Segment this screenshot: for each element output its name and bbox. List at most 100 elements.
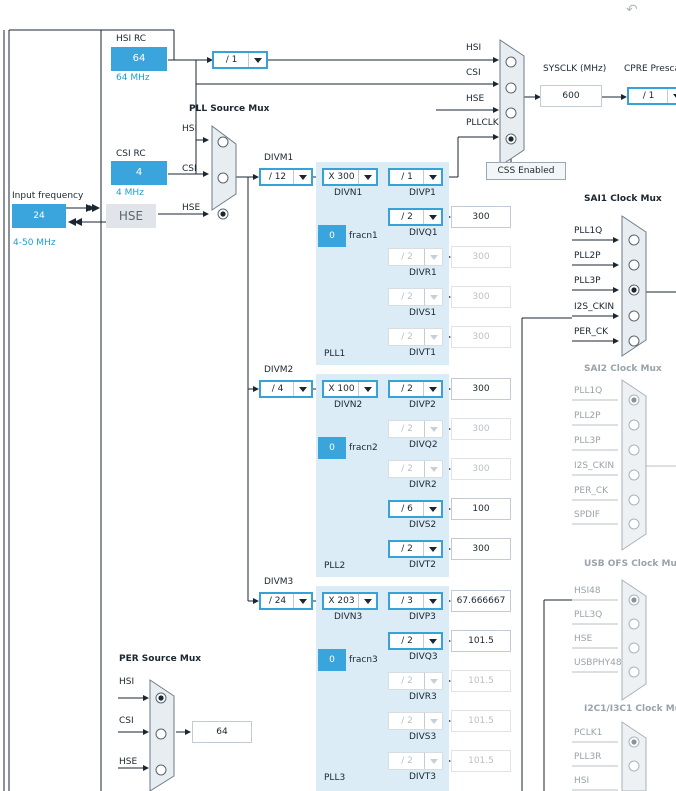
pll2-divq2-value: / 2 [401, 424, 413, 434]
per-ck-value[interactable]: 64 [192, 721, 252, 743]
sai1_mux-input-1: PLL2P [574, 251, 601, 261]
sysmux-radio-1[interactable] [505, 82, 517, 94]
sysclk-value[interactable]: 600 [540, 85, 602, 107]
pll3-divm-select[interactable]: / 24 [259, 592, 313, 610]
pll1-divr1-label: DIVR1 [409, 268, 437, 278]
sysclk-label: SYSCLK (MHz) [543, 64, 607, 74]
sai1mux-radio-4[interactable] [628, 335, 640, 347]
pll2-divt2-select[interactable]: / 2 [388, 540, 443, 558]
i2cmux-radio-selected-0 [631, 739, 637, 745]
pll2-divn-value: X 100 [328, 384, 355, 394]
pll1-divp1-value: / 1 [401, 172, 413, 182]
sai1mux-radio-1[interactable] [628, 259, 640, 271]
hsi-divider-value: / 1 [225, 55, 238, 65]
pll2-divq2-select[interactable]: / 2 [388, 420, 443, 438]
usbmux-radio-3[interactable] [628, 666, 640, 678]
pll3-divs3-label: DIVS3 [409, 732, 437, 742]
pll3-divq3-select[interactable]: / 2 [388, 632, 443, 650]
pll1-divq1-freq[interactable]: 300 [451, 206, 511, 228]
hsi-rc-value: 64 [111, 47, 167, 71]
chevron-down-icon [423, 210, 441, 224]
hsi-divider-select[interactable]: / 1 [212, 51, 268, 69]
pll1-divs1-freq[interactable]: 300 [451, 286, 511, 308]
pll2-divr2-select[interactable]: / 2 [388, 460, 443, 478]
pll3-divp3-select[interactable]: / 3 [388, 592, 443, 610]
pll2-fracn-value[interactable]: 0 [318, 437, 346, 459]
pllmux-radio-1[interactable] [217, 172, 229, 184]
pll1-divr1-select[interactable]: / 2 [388, 248, 443, 266]
sai2mux-radio-2[interactable] [628, 444, 640, 456]
pll-source-mux-title: PLL Source Mux [189, 104, 270, 114]
usbmux-radio-1[interactable] [628, 618, 640, 630]
sai2mux-radio-3[interactable] [628, 469, 640, 481]
pll2-divs2-select[interactable]: / 6 [388, 500, 443, 518]
input-frequency-value[interactable]: 24 [12, 204, 66, 228]
pll1-fracn-value[interactable]: 0 [318, 225, 346, 247]
pll3-divm-value: / 24 [268, 596, 287, 606]
pll2-divq2-freq[interactable]: 300 [451, 418, 511, 440]
pll2-divn-select[interactable]: X 100 [322, 380, 378, 398]
sai2mux-radio-5[interactable] [628, 518, 640, 530]
pll2-divr2-freq[interactable]: 300 [451, 458, 511, 480]
pll3-divr3-freq[interactable]: 101.5 [451, 670, 511, 692]
css-enabled-button[interactable]: CSS Enabled [486, 162, 566, 180]
pll1-divn-select[interactable]: X 300 [322, 168, 378, 186]
sai1_mux-input-3: I2S_CKIN [574, 302, 615, 312]
pll1-divs1-select[interactable]: / 2 [388, 288, 443, 306]
pll3-fracn-value[interactable]: 0 [318, 649, 346, 671]
pll2-divt2-freq[interactable]: 300 [451, 538, 511, 560]
permux-radio-selected-0 [158, 695, 164, 701]
pll2-divp2-freq[interactable]: 300 [451, 378, 511, 400]
chevron-down-icon [424, 249, 442, 265]
pll2-divs2-freq[interactable]: 100 [451, 498, 511, 520]
sai2mux-radio-4[interactable] [628, 494, 640, 506]
hse-block: HSE [106, 204, 156, 228]
hsi-rc-label: HSI RC [116, 34, 147, 44]
i2c-mux-title: I2C1/I3C1 Clock Mux [584, 704, 676, 714]
pll1-divp1-select[interactable]: / 1 [388, 168, 443, 186]
sysmux-radio-0[interactable] [505, 56, 517, 68]
pll3-divr3-value: / 2 [401, 676, 413, 686]
pll3-divs3-select[interactable]: / 2 [388, 712, 443, 730]
pll1-divt1-select[interactable]: / 2 [388, 328, 443, 346]
pll1-divq1-select[interactable]: / 2 [388, 208, 443, 226]
pll1-divq1-value: / 2 [401, 212, 413, 222]
pll3-divs3-freq[interactable]: 101.5 [451, 710, 511, 732]
undo-icon[interactable]: ↶ [626, 2, 638, 18]
sysmux-input-hse: HSE [466, 94, 485, 104]
i2cmux-radio-1[interactable] [628, 760, 640, 772]
pll3-divq3-freq[interactable]: 101.5 [451, 630, 511, 652]
permux-radio-2[interactable] [155, 764, 167, 776]
pll3-fracn-label: fracn3 [349, 655, 378, 665]
sai1mux-radio-3[interactable] [628, 310, 640, 322]
sai2mux-radio-1[interactable] [628, 419, 640, 431]
pll3-divr3-select[interactable]: / 2 [388, 672, 443, 690]
pll3-divt3-freq[interactable]: 101.5 [451, 750, 511, 772]
pll3-divt3-label: DIVT3 [409, 772, 436, 782]
pll2-divp2-select[interactable]: / 2 [388, 380, 443, 398]
permux-input-csi: CSI [119, 716, 134, 726]
cpre-select[interactable]: / 1 [627, 87, 676, 105]
usb_mux-input-3: USBPHY48 [574, 658, 622, 668]
csi-rc-value: 4 [111, 161, 167, 185]
pll3-divt3-select[interactable]: / 2 [388, 752, 443, 770]
pll1-divt1-freq[interactable]: 300 [451, 326, 511, 348]
cpre-label: CPRE Prescaler [624, 64, 676, 74]
pll1-divm-value: / 12 [268, 172, 287, 182]
pll3-divt3-value: / 2 [401, 756, 413, 766]
sai1mux-radio-0[interactable] [628, 234, 640, 246]
pll2-divm-select[interactable]: / 4 [259, 380, 313, 398]
pllmux-radio-0[interactable] [217, 136, 229, 148]
pll3-divn-select[interactable]: X 203 [322, 592, 378, 610]
usbmux-radio-2[interactable] [628, 642, 640, 654]
pll2-divt2-value: / 2 [401, 544, 413, 554]
pll3-divp3-freq[interactable]: 67.666667 [451, 590, 511, 612]
permux-radio-1[interactable] [155, 728, 167, 740]
pll1-divm-select[interactable]: / 12 [259, 168, 313, 186]
pll1-fracn-label: fracn1 [349, 231, 378, 241]
pll1-divr1-freq[interactable]: 300 [451, 246, 511, 268]
chevron-down-icon [424, 713, 442, 729]
sysmux-radio-2[interactable] [505, 107, 517, 119]
chevron-down-icon [358, 382, 376, 396]
pll1-divm-label: DIVM1 [264, 153, 294, 163]
